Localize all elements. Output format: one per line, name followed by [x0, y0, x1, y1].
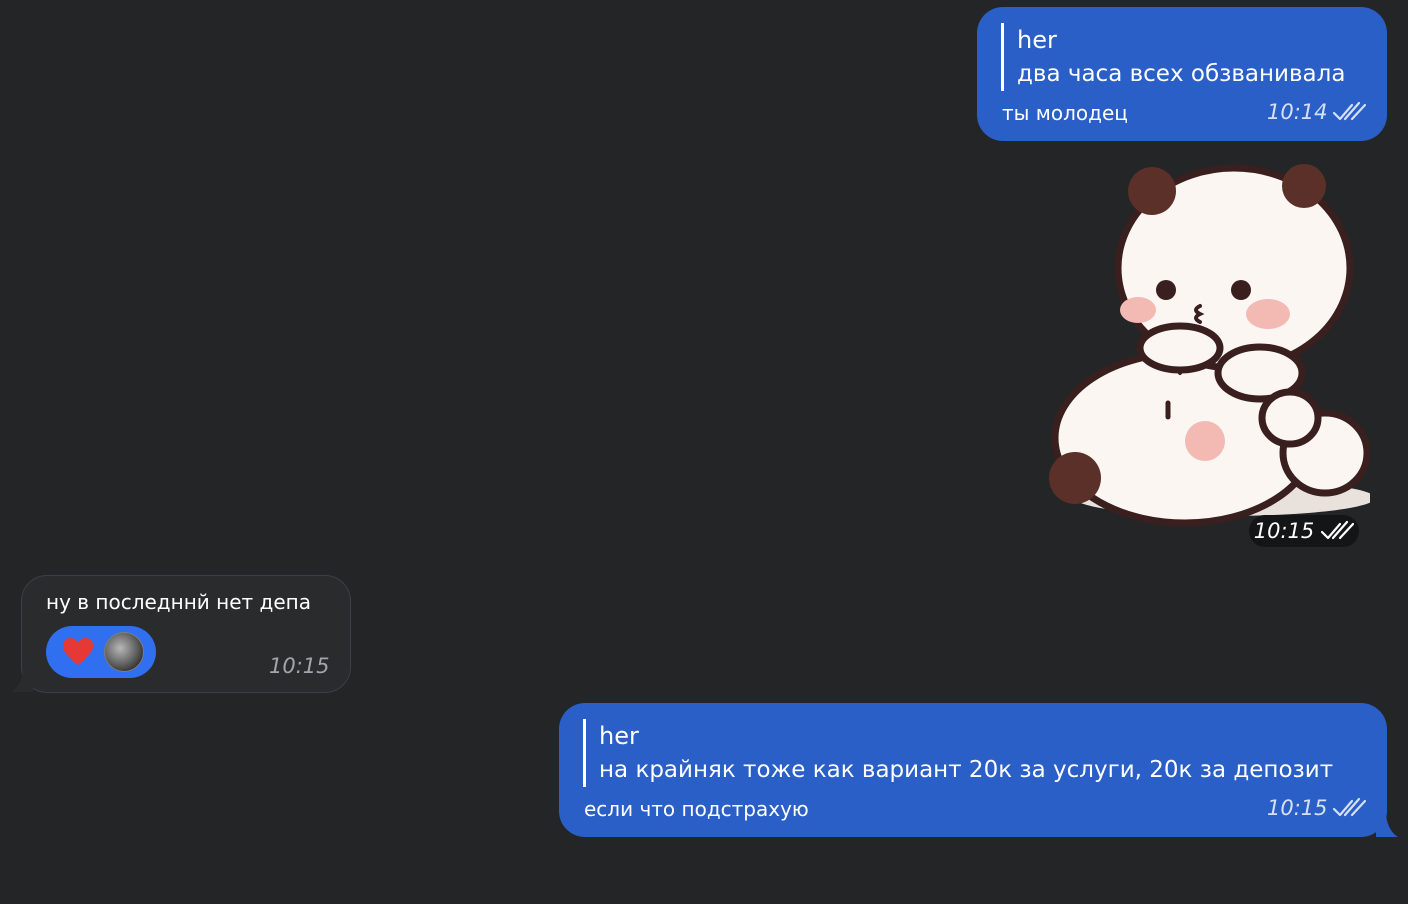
message-meta: 10:15: [1267, 796, 1366, 820]
heart-emoji-icon: [63, 638, 93, 665]
message-time: 10:15: [269, 654, 330, 678]
reply-text: на крайняк тоже как вариант 20к за услуг…: [599, 757, 1334, 783]
reactor-avatar[interactable]: [104, 632, 144, 672]
double-check-icon: [1332, 101, 1366, 121]
message-bubble-incoming[interactable]: ну в последннй нет депа 10:15: [21, 575, 351, 693]
sticker-meta: 10:15: [1249, 515, 1359, 547]
reply-author: her: [599, 722, 639, 750]
bubble-tail-icon: [11, 670, 33, 692]
double-check-icon: [1321, 520, 1355, 540]
message-time: 10:15: [1253, 519, 1315, 543]
double-check-icon: [1332, 797, 1366, 817]
message-text: ты молодец: [1002, 101, 1128, 125]
message-time: 10:14: [1267, 100, 1328, 124]
reply-quote[interactable]: her два часа всех обзванивала: [1001, 23, 1345, 91]
message-text: ну в последннй нет депа: [46, 590, 311, 614]
message-text: если что подстрахую: [584, 797, 809, 821]
message-time: 10:15: [1267, 796, 1328, 820]
panda-hug-sticker-icon[interactable]: [1040, 158, 1370, 530]
reply-text: два часа всех обзванивала: [1017, 61, 1346, 87]
reply-quote[interactable]: her на крайняк тоже как вариант 20к за у…: [583, 719, 1333, 787]
reaction-pill[interactable]: [46, 626, 156, 678]
message-meta: 10:15: [269, 654, 330, 678]
message-bubble-outgoing[interactable]: her два часа всех обзванивала ты молодец…: [977, 7, 1387, 141]
message-bubble-outgoing[interactable]: her на крайняк тоже как вариант 20к за у…: [559, 703, 1387, 837]
bubble-tail-icon: [1376, 815, 1398, 837]
reply-author: her: [1017, 26, 1057, 54]
message-meta: 10:14: [1267, 100, 1366, 124]
